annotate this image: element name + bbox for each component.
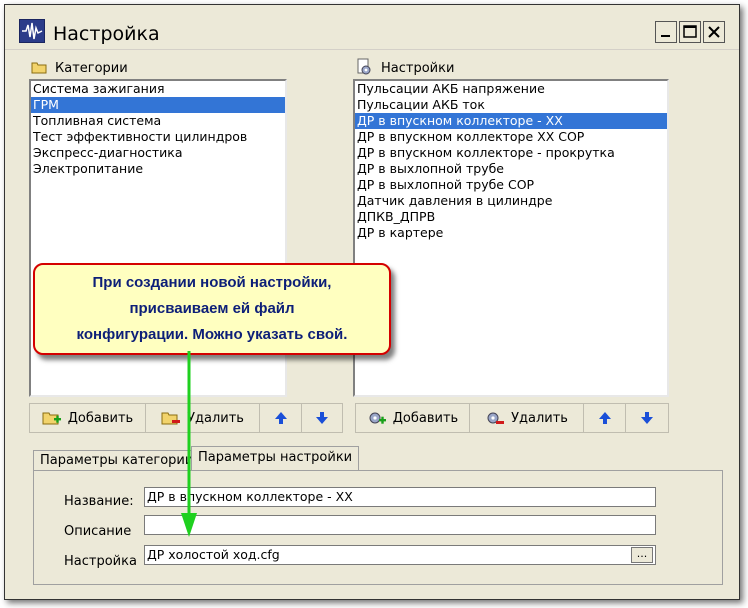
minimize-button[interactable] xyxy=(655,21,677,43)
settings-list-item[interactable]: ДР в выхлопной трубе СОР xyxy=(355,177,667,193)
config-field[interactable]: ДР холостой ход.cfg ... xyxy=(144,545,656,565)
window-title: Настройка xyxy=(53,23,160,45)
move-up-setting-button[interactable] xyxy=(584,404,626,432)
settings-list[interactable]: Пульсации АКБ напряжение Пульсации АКБ то… xyxy=(353,79,669,397)
delete-category-button[interactable]: Удалить xyxy=(146,404,260,432)
settings-list-item[interactable]: ДР в впускном коллекторе ХХ СОР xyxy=(355,129,667,145)
categories-label: Категории xyxy=(55,61,128,76)
categories-list-item[interactable]: ГРМ xyxy=(31,97,285,113)
settings-list-item[interactable]: ДПКВ_ДПРВ xyxy=(355,209,667,225)
categories-list-item[interactable]: Экспресс-диагностика xyxy=(31,145,285,161)
gear-delete-icon xyxy=(487,412,505,424)
delete-setting-label: Удалить xyxy=(511,410,568,426)
settings-list-item[interactable]: ДР в выхлопной трубе xyxy=(355,161,667,177)
arrow-up-icon xyxy=(598,412,611,424)
categories-list-item[interactable]: Топливная система xyxy=(31,113,285,129)
add-category-label: Добавить xyxy=(67,410,134,426)
browse-button[interactable]: ... xyxy=(631,547,653,563)
minimize-icon xyxy=(661,35,670,37)
tab-setting-parameters[interactable]: Параметры настройки xyxy=(191,446,360,471)
folder-icon xyxy=(31,60,47,77)
config-value: ДР холостой ход.cfg xyxy=(147,547,280,562)
config-label: Настройка xyxy=(64,554,137,569)
description-field[interactable] xyxy=(144,515,656,535)
folder-add-icon xyxy=(42,412,61,425)
add-setting-label: Добавить xyxy=(392,410,459,426)
move-down-category-button[interactable] xyxy=(302,404,342,432)
tab-category-parameters-label: Параметры категории xyxy=(40,453,194,468)
move-up-category-button[interactable] xyxy=(260,404,302,432)
settings-window: Настройка Категории Система зажигания ГРМ… xyxy=(4,4,740,600)
categories-list-item[interactable]: Электропитание xyxy=(31,161,285,177)
maximize-icon xyxy=(683,25,697,38)
delete-setting-button[interactable]: Удалить xyxy=(470,404,584,432)
settings-list-item[interactable]: Пульсации АКБ ток xyxy=(355,97,667,113)
description-label: Описание xyxy=(64,524,132,539)
settings-gear-icon xyxy=(355,58,373,79)
add-category-button[interactable]: Добавить xyxy=(30,404,146,432)
tab-setting-parameters-label: Параметры настройки xyxy=(198,450,353,465)
close-button[interactable] xyxy=(703,21,725,43)
arrow-down-icon xyxy=(316,412,328,424)
settings-list-item[interactable]: Пульсации АКБ напряжение xyxy=(355,81,667,97)
categories-toolbar: Добавить Удалить xyxy=(29,403,343,433)
maximize-button[interactable] xyxy=(679,21,701,43)
settings-list-item[interactable]: Датчик давления в цилиндре xyxy=(355,193,667,209)
annotation-callout: При создании новой настройки, присваивае… xyxy=(33,263,391,355)
tab-category-parameters[interactable]: Параметры категории xyxy=(33,450,201,471)
arrow-up-icon xyxy=(274,412,287,424)
settings-list-item[interactable]: ДР в впускном коллекторе - ХХ xyxy=(355,113,667,129)
folder-delete-icon xyxy=(161,412,181,425)
delete-category-label: Удалить xyxy=(187,410,244,426)
settings-list-item[interactable]: ДР в картере xyxy=(355,225,667,241)
title-bar[interactable]: Настройка xyxy=(5,5,739,50)
setting-parameters-panel: Название: ДР в впускном коллекторе - ХХ … xyxy=(33,470,723,585)
name-label: Название: xyxy=(64,494,134,509)
settings-toolbar: Добавить Удалить xyxy=(355,403,669,433)
arrow-down-icon xyxy=(641,412,653,424)
categories-list-item[interactable]: Система зажигания xyxy=(31,81,285,97)
close-icon xyxy=(708,26,720,38)
waveform-app-icon xyxy=(19,19,45,43)
name-field[interactable]: ДР в впускном коллекторе - ХХ xyxy=(144,487,656,507)
settings-list-item[interactable]: ДР в впускном коллекторе - прокрутка xyxy=(355,145,667,161)
add-setting-button[interactable]: Добавить xyxy=(356,404,470,432)
gear-add-icon xyxy=(369,412,386,424)
categories-list-item[interactable]: Тест эффективности цилиндров xyxy=(31,129,285,145)
callout-text: При создании новой настройки, присваивае… xyxy=(76,274,348,343)
move-down-setting-button[interactable] xyxy=(626,404,668,432)
settings-label: Настройки xyxy=(381,61,455,76)
